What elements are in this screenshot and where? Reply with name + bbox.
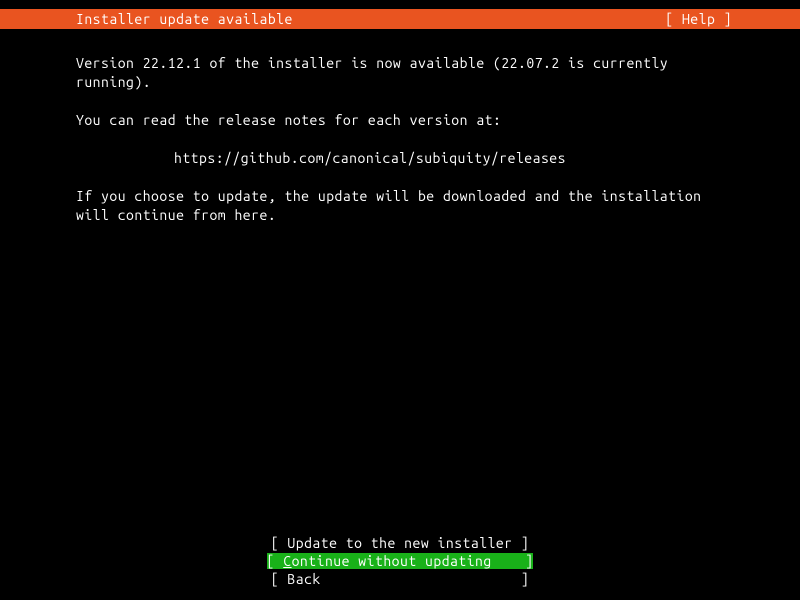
help-button[interactable]: [ Help ] (665, 11, 792, 27)
back-button[interactable]: [ Back ] (271, 571, 530, 587)
continue-without-updating-button[interactable]: [ Continue without updating ] (267, 553, 534, 569)
release-notes-text: You can read the release notes for each … (76, 111, 724, 130)
content-area: Version 22.12.1 of the installer is now … (0, 29, 800, 225)
header-bar: Installer update available [ Help ] (0, 9, 800, 29)
update-info-text: If you choose to update, the update will… (76, 187, 724, 225)
update-installer-button[interactable]: [ Update to the new installer ] (271, 535, 530, 551)
button-area: [ Update to the new installer ] [ Contin… (0, 534, 800, 588)
version-info-text: Version 22.12.1 of the installer is now … (76, 54, 724, 92)
page-title: Installer update available (76, 11, 293, 27)
release-notes-url: https://github.com/canonical/subiquity/r… (76, 149, 724, 168)
